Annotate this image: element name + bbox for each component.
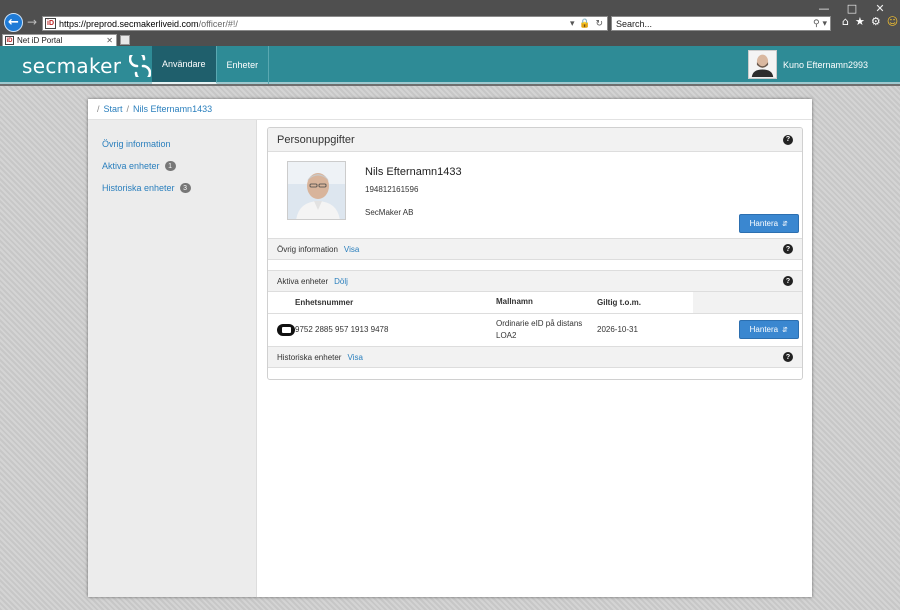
main-card: / Start / Nils Efternamn1433 Övrig infor…: [88, 99, 812, 597]
url-path: /officer/#!/: [198, 18, 238, 29]
main-nav: Användare Enheter: [152, 46, 270, 84]
question-circle-icon[interactable]: ?: [783, 352, 793, 362]
historic-devices-header: Historiska enheter Visa ?: [268, 346, 802, 368]
table-header-device-number: Enhetsnummer: [295, 292, 496, 314]
table-header-actions: [693, 292, 802, 314]
person-photo-image: [288, 162, 345, 219]
section-title: Aktiva enheter: [277, 276, 329, 286]
nav-devices[interactable]: Enheter: [217, 46, 270, 84]
table-header-icon: [268, 292, 295, 314]
breadcrumb-start[interactable]: Start: [104, 104, 123, 114]
other-info-title-group: Övrig information Visa: [277, 245, 359, 254]
secmaker-logo[interactable]: secmaker: [22, 54, 152, 78]
sidebar-item-label: Historiska enheter: [102, 183, 175, 193]
row-actions: Hantera ⇵: [693, 313, 802, 346]
template-name: Ordinarie eID på distans LOA2: [496, 313, 597, 346]
sort-caret-icon: ⇵: [782, 219, 788, 228]
other-info-header: Övrig information Visa ?: [268, 238, 802, 260]
breadcrumb: / Start / Nils Efternamn1433: [88, 99, 812, 120]
address-bar[interactable]: iD https://preprod.secmakerliveid.com/of…: [42, 16, 608, 31]
sidebar-item-historic-devices[interactable]: Historiska enheter 3: [88, 177, 256, 199]
user-menu[interactable]: Kuno Efternamn2993: [747, 50, 868, 79]
template-name-line: Ordinarie eID på distans: [496, 318, 583, 328]
browser-search-box[interactable]: ⚲ ▾: [611, 16, 831, 31]
browser-toolbar: ⌂ ★ ⚙ ☺: [842, 15, 898, 28]
table-header-row: Enhetsnummer Mallnamn Giltig t.o.m.: [268, 292, 802, 314]
sort-caret-icon: ⇵: [782, 325, 788, 334]
panel-title: Personuppgifter: [277, 133, 355, 146]
button-label: Hantera: [749, 325, 779, 335]
url-text[interactable]: https://preprod.secmakerliveid.com/offic…: [59, 19, 570, 29]
device-icon-cell: [268, 313, 295, 346]
address-actions-icon[interactable]: ▾ 🔒 ↻: [570, 19, 607, 29]
breadcrumb-separator: /: [97, 104, 100, 114]
avatar-image: [748, 51, 776, 77]
historic-devices-title-group: Historiska enheter Visa: [277, 353, 363, 362]
browser-search-input[interactable]: [616, 18, 814, 29]
sidebar-item-active-devices[interactable]: Aktiva enheter 1: [88, 155, 256, 177]
forward-arrow-icon[interactable]: →: [27, 15, 37, 29]
count-badge: 1: [164, 161, 176, 171]
logo-text: secmaker: [22, 54, 122, 78]
manage-person-button[interactable]: Hantera ⇵: [738, 214, 799, 233]
site-favicon: iD: [45, 18, 56, 29]
gear-icon[interactable]: ⚙: [871, 15, 881, 28]
feedback-smiley-icon[interactable]: ☺: [887, 15, 898, 28]
question-circle-icon[interactable]: ?: [783, 276, 793, 286]
person-panel: Personuppgifter ? Nils Efternamn1433 194…: [267, 127, 803, 380]
browser-chrome: — □ ✕ ← → iD https://preprod.secmakerliv…: [0, 0, 900, 46]
url-host: https://preprod.secmakerliveid.com: [59, 18, 199, 29]
user-name: Kuno Efternamn2993: [782, 59, 868, 70]
table-row: 9752 2885 957 1913 9478 Ordinarie eID på…: [268, 313, 802, 346]
other-info-show-link[interactable]: Visa: [344, 245, 359, 254]
active-devices-table: Enhetsnummer Mallnamn Giltig t.o.m. 9752…: [268, 292, 802, 346]
sidebar: Övrig information Aktiva enheter 1 Histo…: [88, 120, 257, 597]
new-tab-button[interactable]: [120, 35, 130, 45]
table-header-template: Mallnamn: [496, 292, 597, 314]
active-devices-hide-link[interactable]: Dölj: [334, 277, 348, 286]
question-circle-icon[interactable]: ?: [783, 134, 793, 145]
nav-users[interactable]: Användare: [152, 46, 217, 84]
breadcrumb-current[interactable]: Nils Efternamn1433: [133, 104, 212, 114]
sidebar-item-label: Övrig information: [102, 139, 171, 149]
favorites-star-icon[interactable]: ★: [855, 15, 865, 28]
section-title: Övrig information: [277, 244, 338, 254]
personal-number: 194812161596: [365, 185, 419, 194]
smart-card-icon: [277, 323, 295, 336]
avatar: [747, 50, 777, 79]
manage-device-button[interactable]: Hantera ⇵: [738, 320, 799, 340]
sidebar-item-label: Aktiva enheter: [102, 161, 160, 171]
tab-title: Net iD Portal: [17, 36, 63, 45]
person-name: Nils Efternamn1433: [365, 166, 462, 178]
device-number: 9752 2885 957 1913 9478: [295, 325, 389, 335]
tab-close-icon[interactable]: ✕: [106, 36, 116, 45]
person-details: Nils Efternamn1433 194812161596 SecMaker…: [268, 152, 802, 238]
template-name-line: LOA2: [496, 330, 517, 340]
section-title: Historiska enheter: [277, 352, 342, 362]
secmaker-logo-icon: [129, 55, 152, 77]
question-circle-icon[interactable]: ?: [783, 244, 793, 254]
navigation-bar: ← → iD https://preprod.secmakerliveid.co…: [0, 13, 900, 33]
home-icon[interactable]: ⌂: [842, 15, 849, 28]
tab-strip: iD Net iD Portal ✕: [0, 34, 900, 46]
button-label: Hantera: [749, 219, 779, 228]
active-devices-title-group: Aktiva enheter Dölj: [277, 277, 348, 286]
historic-devices-show-link[interactable]: Visa: [347, 353, 362, 362]
panel-header: Personuppgifter ?: [268, 128, 802, 152]
back-arrow-icon[interactable]: ←: [4, 13, 23, 32]
organization: SecMaker AB: [365, 208, 414, 217]
sidebar-item-other-info[interactable]: Övrig information: [88, 133, 256, 155]
app-header: secmaker Användare Enheter Kuno Efternam…: [0, 46, 900, 84]
valid-until: 2026-10-31: [597, 325, 638, 335]
tab-favicon: iD: [5, 36, 14, 45]
table-header-valid-until: Giltig t.o.m.: [597, 292, 693, 314]
browser-tab[interactable]: iD Net iD Portal ✕: [2, 34, 117, 46]
active-devices-header: Aktiva enheter Dölj ?: [268, 270, 802, 292]
search-icon[interactable]: ⚲ ▾: [813, 19, 830, 29]
count-badge: 3: [179, 183, 191, 193]
breadcrumb-separator: /: [126, 104, 130, 114]
person-photo: [287, 161, 346, 220]
